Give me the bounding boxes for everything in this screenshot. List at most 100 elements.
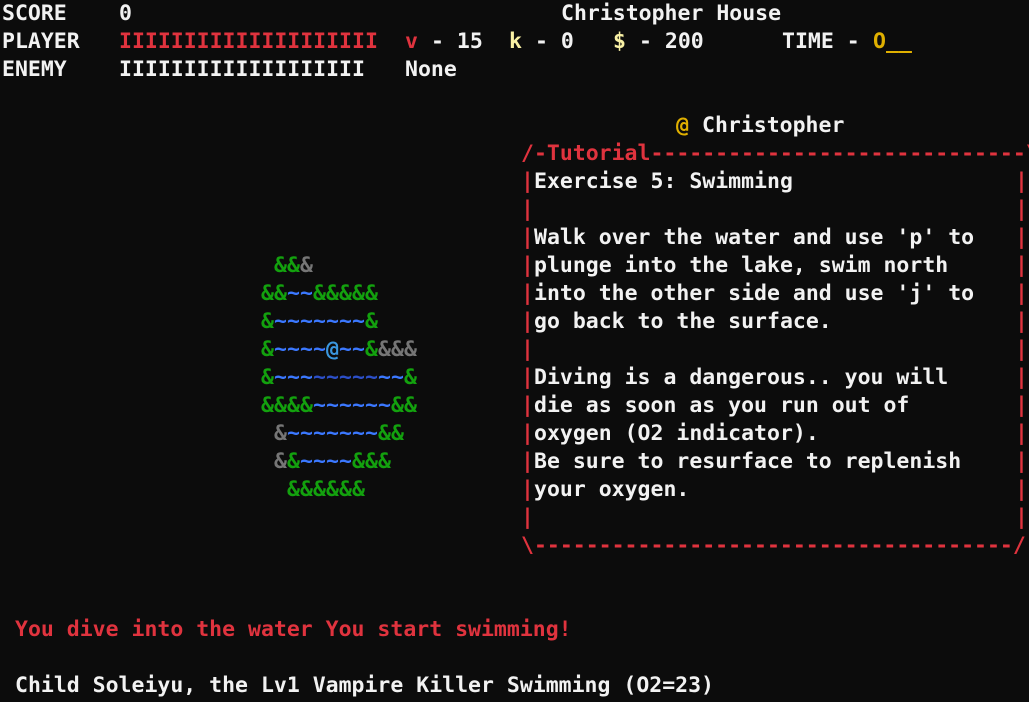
water-tile: ~	[352, 421, 365, 446]
tree-tile: &	[287, 449, 300, 474]
water-tile: ~	[339, 309, 352, 334]
water-tile: ~	[313, 309, 326, 334]
water-tile: ~	[287, 309, 300, 334]
tree-tile: &	[352, 281, 365, 306]
water-tile: ~	[300, 337, 313, 362]
dialog-line: Diving is a dangerous.. you will	[534, 365, 949, 390]
dialog-right-border: |	[1015, 281, 1028, 306]
water-tile: ~	[300, 281, 313, 306]
dialog-left-border: |	[521, 309, 534, 334]
tree-tile: &	[404, 393, 417, 418]
player-label: PLAYER	[2, 29, 80, 54]
water-tile: ~	[365, 365, 378, 390]
v-value: - 15	[431, 29, 483, 54]
dialog-left-border: |	[521, 169, 534, 194]
dialog-bottom-border: \-------------------------------------/	[521, 533, 1026, 558]
water-tile: ~	[287, 365, 300, 390]
tree-tile: &	[261, 365, 274, 390]
tree-tile: &	[261, 337, 274, 362]
water-tile: ~	[287, 281, 300, 306]
dialog-right-border: |	[1015, 421, 1028, 446]
dialog-right-border: |	[1015, 393, 1028, 418]
water-tile: ~	[326, 449, 339, 474]
tree-tile: &	[287, 477, 300, 502]
dialog-left-border: |	[521, 337, 534, 362]
water-tile: ~	[339, 421, 352, 446]
water-tile: ~	[378, 365, 391, 390]
k-value: - 0	[535, 29, 574, 54]
dialog-line: oxygen (O2 indicator).	[534, 421, 819, 446]
tree-tile: &	[313, 477, 326, 502]
dialog-right-border: |	[1015, 197, 1028, 222]
status-line: Child Soleiyu, the Lv1 Vampire Killer Sw…	[15, 673, 714, 698]
tree-tile: &	[287, 253, 300, 278]
water-tile: ~	[313, 337, 326, 362]
hud-player-row: PLAYER IIIIIIIIIIIIIIIIIIII v - 15 k - 0…	[2, 28, 912, 56]
water-tile: ~	[339, 393, 352, 418]
dialog-right-border: |	[1015, 449, 1028, 474]
water-tile: ~	[339, 337, 352, 362]
game-screen[interactable]: SCORE 0 Christopher House PLAYER IIIIIII…	[0, 0, 1029, 702]
tree-tile: &	[378, 337, 391, 362]
water-tile: ~	[352, 365, 365, 390]
tree-tile: &	[352, 449, 365, 474]
player-glyph: @	[326, 337, 339, 362]
tutorial-dialog: /-Tutorial-----------------------------\…	[521, 140, 1029, 560]
water-tile: ~	[378, 393, 391, 418]
water-tile: ~	[287, 421, 300, 446]
dialog-right-border: |	[1015, 169, 1028, 194]
water-tile: ~	[300, 365, 313, 390]
dialog-line: Walk over the water and use 'p' to	[534, 225, 975, 250]
dialog-line: Exercise 5: Swimming	[534, 169, 793, 194]
tree-tile: &	[300, 253, 313, 278]
water-tile: ~	[300, 309, 313, 334]
time-value: O	[873, 29, 886, 54]
tree-tile: &	[378, 421, 391, 446]
tree-tile: &	[300, 393, 313, 418]
water-tile: ~	[365, 421, 378, 446]
tree-tile: &	[287, 393, 300, 418]
enemy-name: None	[405, 57, 457, 82]
water-tile: ~	[274, 337, 287, 362]
tree-tile: &	[404, 337, 417, 362]
tree-tile: &	[261, 393, 274, 418]
tree-tile: &	[274, 281, 287, 306]
dialog-top-border: /-Tutorial-----------------------------\	[521, 141, 1029, 166]
water-tile: ~	[274, 365, 287, 390]
water-tile: ~	[391, 365, 404, 390]
water-tile: ~	[365, 393, 378, 418]
tree-tile: &	[365, 309, 378, 334]
dialog-left-border: |	[521, 393, 534, 418]
dialog-line: into the other side and use 'j' to	[534, 281, 975, 306]
water-tile: ~	[313, 393, 326, 418]
dialog-line: plunge into the lake, swim north	[534, 253, 949, 278]
dialog-left-border: |	[521, 197, 534, 222]
dialog-right-border: |	[1015, 477, 1028, 502]
water-tile: ~	[300, 449, 313, 474]
money-icon: $	[613, 29, 626, 54]
tree-tile: &	[391, 393, 404, 418]
npc-glyph: @	[676, 113, 689, 138]
dialog-right-border: |	[1015, 253, 1028, 278]
water-tile: ~	[287, 337, 300, 362]
water-tile: ~	[313, 421, 326, 446]
water-tile: ~	[326, 421, 339, 446]
tree-tile: &	[274, 253, 287, 278]
message-log: You dive into the water You start swimmi…	[15, 617, 572, 642]
game-map[interactable]: & & & & & ~ ~ & & & & & & ~ ~ ~ ~ ~ ~ ~ & & ~ ~ ~ ~ @ ~ ~ & & & & & ~ ~ ~ ~ ~ ~…	[261, 252, 431, 504]
dialog-right-border: |	[1015, 337, 1028, 362]
hud-enemy-row: ENEMY IIIIIIIIIIIIIIIIIII None	[2, 56, 457, 84]
dialog-right-border: |	[1015, 225, 1028, 250]
tree-tile: &	[352, 477, 365, 502]
dialog-left-border: |	[521, 477, 534, 502]
water-tile: ~	[352, 309, 365, 334]
dialog-left-border: |	[521, 253, 534, 278]
water-tile: ~	[339, 449, 352, 474]
water-tile: ~	[352, 337, 365, 362]
dialog-left-border: |	[521, 421, 534, 446]
dialog-left-border: |	[521, 449, 534, 474]
dialog-left-border: |	[521, 365, 534, 390]
enemy-health-bar: IIIIIIIIIIIIIIIIIII	[119, 57, 365, 82]
tree-tile: &	[274, 393, 287, 418]
water-tile: ~	[352, 393, 365, 418]
